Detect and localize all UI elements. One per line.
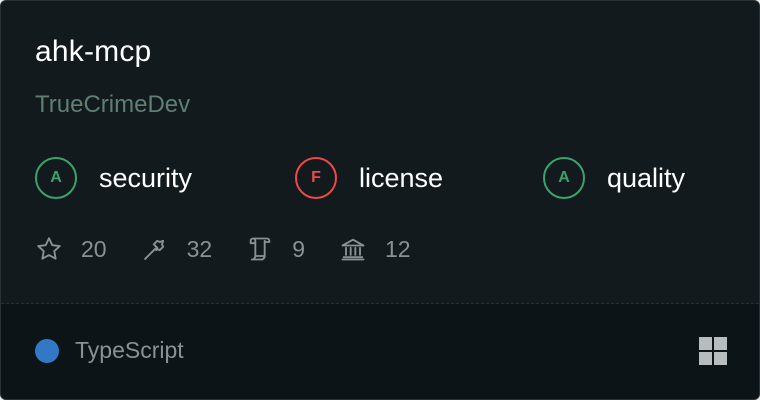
scroll-icon — [249, 237, 271, 261]
grid-icon-cell — [699, 337, 712, 350]
grid-icon-cell — [714, 352, 727, 365]
bank-icon — [341, 238, 365, 261]
stat-stars-value: 20 — [81, 235, 107, 262]
server-title[interactable]: ahk-mcp — [35, 35, 151, 69]
stat-resources: 12 — [339, 235, 411, 263]
grade-quality-label: quality — [607, 162, 686, 193]
grade-quality-badge: A — [543, 157, 585, 199]
grade-security-label: security — [99, 162, 193, 193]
grade-quality: A quality — [543, 155, 685, 201]
language-name: TypeScript — [75, 337, 184, 363]
stats-row: 20 32 9 12 — [35, 233, 445, 265]
language-indicator: TypeScript — [35, 337, 184, 364]
language-color-dot — [35, 338, 59, 363]
stat-prompts: 9 — [246, 235, 305, 263]
stat-tools: 32 — [141, 235, 213, 263]
grade-license-label: license — [359, 162, 444, 193]
grade-license-badge: F — [295, 157, 337, 199]
server-owner[interactable]: TrueCrimeDev — [35, 91, 190, 119]
grid-icon-cell — [699, 352, 712, 365]
stat-resources-value: 12 — [384, 235, 411, 262]
stat-tools-value: 32 — [186, 235, 213, 262]
star-icon — [37, 237, 61, 260]
grid-icon-cell — [714, 337, 727, 350]
mcp-server-card[interactable]: ahk-mcp TrueCrimeDev A security F licens… — [0, 0, 760, 400]
card-header: ahk-mcp TrueCrimeDev A security F licens… — [1, 1, 759, 303]
grid-icon[interactable] — [699, 337, 727, 365]
stat-prompts-value: 9 — [292, 235, 305, 262]
grade-license: F license — [295, 155, 443, 201]
stat-stars: 20 — [35, 235, 107, 263]
hammer-icon — [143, 239, 164, 260]
grade-security: A security — [35, 155, 192, 201]
grade-security-badge: A — [35, 157, 77, 199]
